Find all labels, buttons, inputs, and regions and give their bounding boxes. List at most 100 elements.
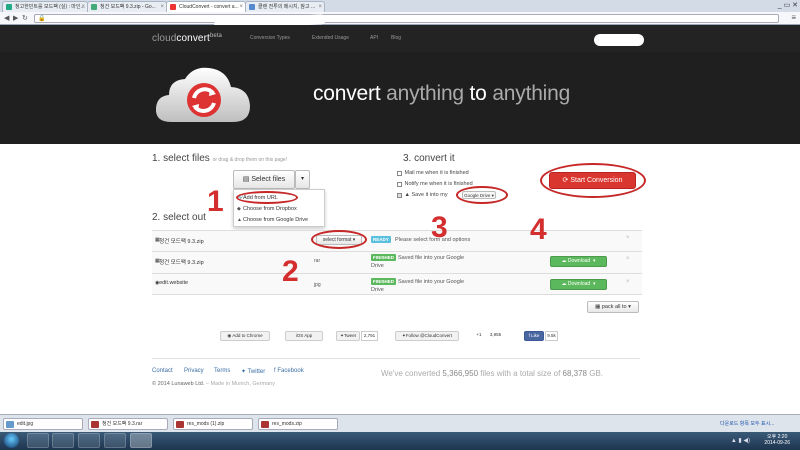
file-icon: ▦ — [155, 237, 160, 243]
headline-word: anything — [386, 82, 464, 105]
file-row: ▦ 청건 모드팩 9.3.zip select format ▾ READY P… — [152, 230, 642, 251]
select-files-button[interactable]: ▤ Select files — [233, 170, 295, 189]
follow-button[interactable]: ✦Follow @CloudConvert — [395, 331, 459, 341]
annotation-ellipse — [311, 230, 367, 249]
download-item[interactable]: res_mods.zip — [258, 418, 338, 430]
download-button[interactable]: ☁ Download ▾ — [550, 279, 607, 290]
copyright-text: © 2014 Lunaweb Ltd. – Made in Munich, Ge… — [152, 381, 275, 387]
download-item[interactable]: edit.jpg — [3, 418, 83, 430]
menu-icon[interactable]: ≡ — [791, 13, 796, 22]
browser-tab[interactable]: 클랜 전투의 메시지, 참고 ... × — [245, 1, 325, 12]
redaction-scribble — [594, 34, 644, 46]
checkbox[interactable] — [397, 182, 402, 187]
dropbox-icon: ◆ — [237, 206, 241, 212]
close-icon[interactable]: × — [81, 2, 85, 12]
lock-icon: 🔒 — [38, 16, 46, 22]
cloud-convert-icon — [155, 67, 250, 122]
ios-app-button[interactable]: iOS App — [285, 331, 323, 341]
archive-file-icon — [176, 421, 184, 428]
pack-all-button[interactable]: ▦ pack all to ▾ — [587, 301, 639, 313]
url-input[interactable]: 🔒 — [34, 14, 779, 23]
option-mail[interactable]: Mail me when it is finished — [397, 170, 469, 176]
close-icon[interactable]: × — [239, 2, 243, 12]
nav-link-conversion-types[interactable]: Conversion Types — [250, 35, 290, 41]
select-files-dropdown-toggle[interactable]: ▾ — [295, 170, 310, 189]
logo-beta: beta — [209, 33, 222, 39]
footer-divider — [152, 358, 640, 359]
window-controls[interactable]: _ ▭ ✕ — [778, 1, 798, 9]
back-icon[interactable]: ◀ — [4, 14, 9, 22]
logo-text-bold: convert — [176, 33, 210, 44]
option-save[interactable]: ▲ Save it into my — [397, 192, 448, 198]
nav-link-extended-usage[interactable]: Extended Usage — [312, 35, 349, 41]
status-text: Saved file into your Google Drive — [371, 254, 464, 270]
forward-icon[interactable]: ▶ — [13, 14, 18, 22]
annotation-number: 4 — [530, 213, 547, 246]
checkbox-checked[interactable] — [397, 193, 402, 198]
output-format[interactable]: rar — [314, 258, 320, 264]
status-line: Saved file into your Google — [398, 279, 465, 285]
ie-icon[interactable] — [52, 433, 74, 448]
footer-link-privacy[interactable]: Privacy — [184, 368, 204, 374]
gplus-button[interactable]: +1 — [472, 331, 486, 341]
browser-tab[interactable]: 청건 모드팩 9.3.zip - Go... × — [87, 1, 167, 12]
download-button[interactable]: ☁ Download ▾ — [550, 256, 607, 267]
file-name-text: 청건 모드팩 9.3.zip — [159, 239, 204, 245]
close-icon[interactable]: × — [160, 2, 164, 12]
status-text: Saved file into your Google Drive — [371, 278, 465, 294]
tab-favicon-icon — [249, 4, 255, 10]
download-item[interactable]: res_mods (1).zip — [173, 418, 253, 430]
option-notify[interactable]: Notify me when it is finished — [397, 181, 473, 187]
add-to-chrome-button[interactable]: ◉ Add to Chrome — [220, 331, 270, 341]
remove-file-button[interactable]: × — [626, 256, 630, 262]
tab-favicon-icon — [6, 4, 12, 10]
step1-hint: or drag & drop them on this page! — [212, 157, 288, 163]
checkbox[interactable] — [397, 171, 402, 176]
show-all-downloads-link[interactable]: 다운로드 항목 모두 표시... — [720, 420, 774, 427]
google-drive-icon: ▲ — [404, 192, 410, 198]
chrome-icon[interactable] — [130, 433, 152, 448]
footer-link-label: Twitter — [247, 369, 266, 375]
menu-item-label: Choose from Google Drive — [243, 217, 309, 223]
download-label: Download — [567, 258, 591, 264]
menu-item-google-drive[interactable]: ▲ Choose from Google Drive — [237, 217, 309, 223]
annotation-number: 1 — [207, 185, 224, 218]
nav-link-blog[interactable]: Blog — [391, 35, 401, 41]
site-navbar: cloudconvertbeta Conversion Types Extend… — [0, 25, 800, 52]
footer-link-label: Facebook — [277, 368, 304, 374]
taskbar-app-icon[interactable] — [104, 433, 126, 448]
site-logo[interactable]: cloudconvertbeta — [152, 33, 222, 44]
footer-link-terms[interactable]: Terms — [214, 368, 230, 374]
download-item[interactable]: 청건 모드팩 9.3.rar — [88, 418, 168, 430]
address-bar: ◀ ▶ ↻ 🔒 ≡ — [0, 12, 800, 25]
remove-file-button[interactable]: × — [626, 279, 630, 285]
footer-link-contact[interactable]: Contact — [152, 368, 173, 374]
archive-icon: ▦ — [595, 304, 602, 310]
output-format[interactable]: jpg — [314, 282, 321, 288]
stats-text: files with a total size of — [480, 369, 561, 378]
browser-tab[interactable]: 청고한민트를 모드팩 (실) : 마인... × — [2, 1, 88, 12]
system-tray-icons[interactable]: ▲ ▮ ◀) — [731, 437, 750, 444]
remove-file-button[interactable]: × — [626, 235, 630, 241]
download-item-name: edit.jpg — [17, 421, 34, 427]
nav-link-api[interactable]: API — [370, 35, 378, 41]
reload-icon[interactable]: ↻ — [22, 14, 28, 22]
taskbar-app-icon[interactable] — [27, 433, 49, 448]
like-button[interactable]: f Like — [524, 331, 544, 341]
option-label: Notify me when it is finished — [404, 181, 473, 187]
headline-word: convert — [313, 82, 381, 105]
tab-title: CloudConvert - convert a... — [179, 4, 239, 10]
folder-icon[interactable] — [78, 433, 100, 448]
menu-item-dropbox[interactable]: ◆ Choose from Dropbox — [237, 206, 297, 212]
close-icon[interactable]: × — [318, 2, 322, 12]
footer-link-twitter[interactable]: ✦ Twitter — [241, 368, 265, 375]
footer-link-facebook[interactable]: f Facebook — [274, 368, 304, 374]
start-button[interactable] — [4, 433, 19, 448]
select-files-label: Select files — [251, 176, 286, 183]
tweet-button[interactable]: ✦Tweet — [336, 331, 360, 341]
clock-date: 2014-09-26 — [764, 440, 790, 446]
copyright-main: © 2014 Lunaweb Ltd. — [152, 381, 205, 387]
system-clock[interactable]: 오후 2:20 2014-09-26 — [764, 434, 790, 446]
browser-tab-active[interactable]: CloudConvert - convert a... × — [166, 1, 246, 12]
file-name: ▦ 청건 모드팩 9.3.zip — [155, 258, 204, 266]
